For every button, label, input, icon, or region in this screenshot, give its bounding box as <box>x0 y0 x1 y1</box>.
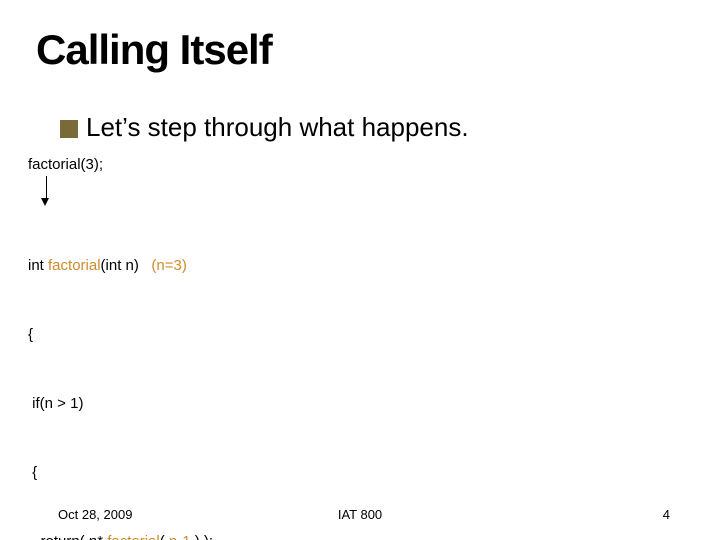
slide-title: Calling Itself <box>36 26 272 74</box>
bullet-row: Let’s step through what happens. <box>60 112 469 143</box>
code-line: return( n* factorial( n-1 ) ); <box>28 530 213 540</box>
footer-center: IAT 800 <box>0 507 720 522</box>
footer-page-number: 4 <box>663 507 670 522</box>
code-call: factorial(3); <box>28 156 103 173</box>
bullet-text: Let’s step through what happens. <box>86 112 469 143</box>
code-block: int factorial(int n) (n=3) { if(n > 1) {… <box>28 208 213 540</box>
code-line: if(n > 1) <box>28 392 213 415</box>
bullet-icon <box>60 120 78 138</box>
code-line: int factorial(int n) (n=3) <box>28 254 213 277</box>
code-line: { <box>28 461 213 484</box>
code-line: { <box>28 323 213 346</box>
slide: Calling Itself Let’s step through what h… <box>0 0 720 540</box>
arrow-down-icon <box>44 176 49 206</box>
